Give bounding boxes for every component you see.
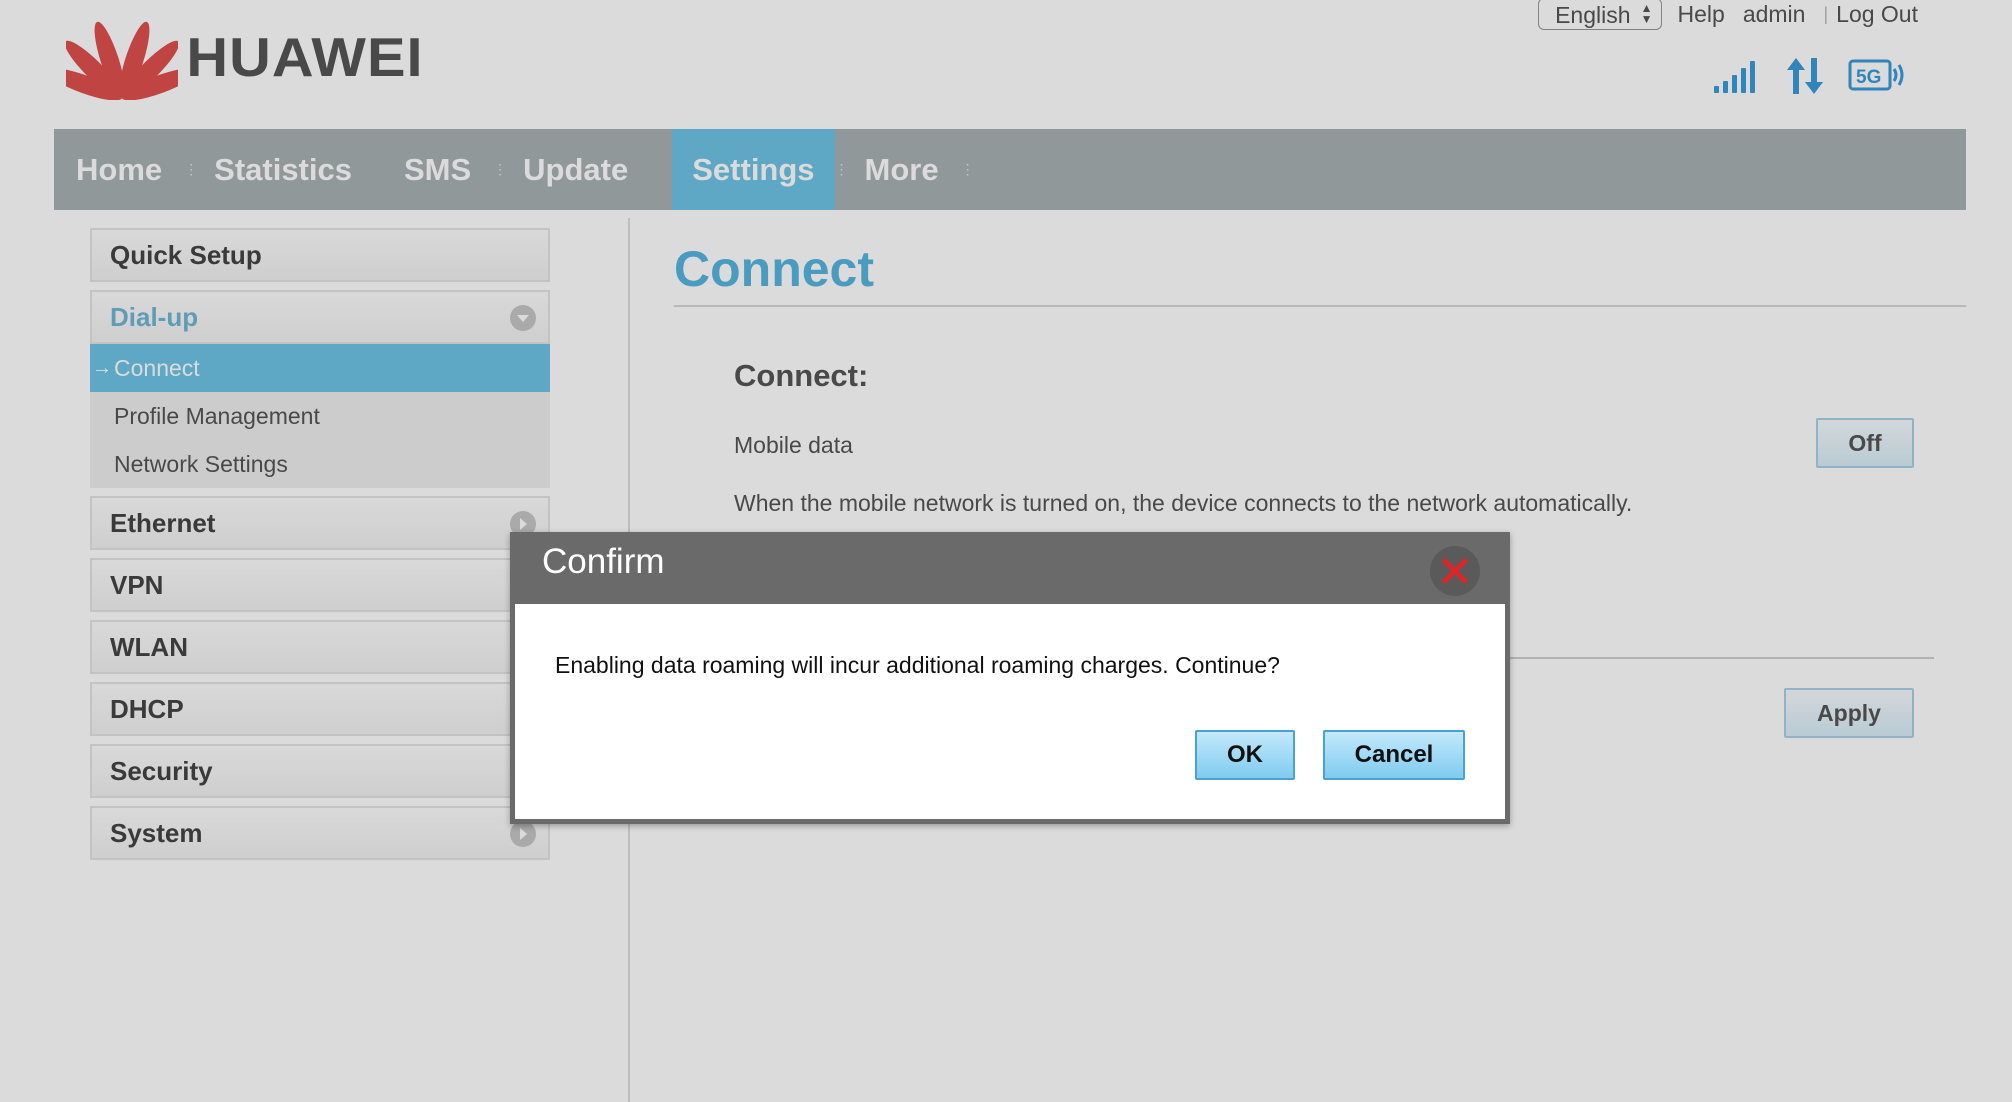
dialog-header: Confirm xyxy=(510,532,1510,604)
dialog-message: Enabling data roaming will incur additio… xyxy=(555,652,1280,678)
close-icon xyxy=(1442,558,1468,584)
close-button[interactable] xyxy=(1430,546,1480,596)
confirm-dialog: Confirm Enabling data roaming will incur… xyxy=(510,532,1510,824)
dialog-title: Confirm xyxy=(542,542,665,581)
cancel-button[interactable]: Cancel xyxy=(1323,730,1465,780)
ok-button[interactable]: OK xyxy=(1195,730,1295,780)
